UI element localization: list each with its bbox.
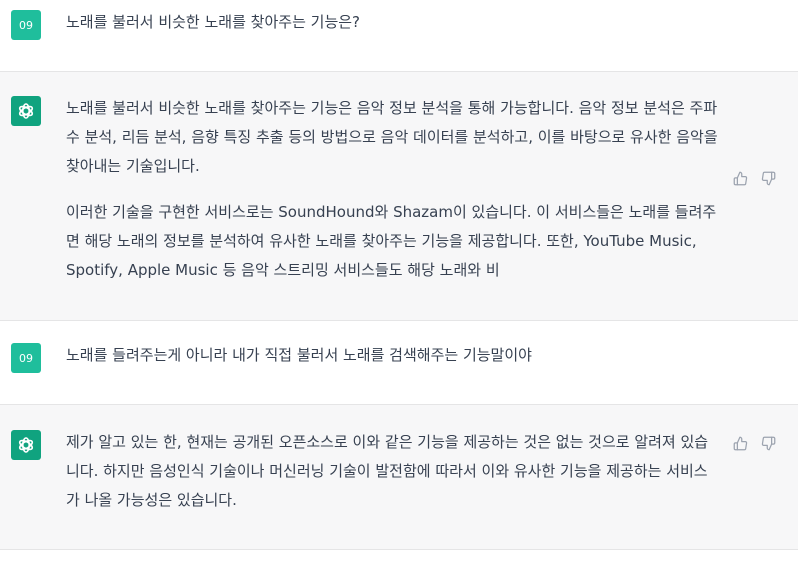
thumbs-down-icon[interactable] xyxy=(761,436,776,451)
message-paragraph: 노래를 들려주는게 아니라 내가 직접 불러서 노래를 검색해주는 기능말이야 xyxy=(66,346,532,364)
assistant-avatar xyxy=(11,96,41,126)
thumbs-down-icon[interactable] xyxy=(761,171,776,186)
feedback-buttons xyxy=(733,436,776,451)
message-paragraph: 노래를 불러서 비슷한 노래를 찾아주는 기능은 음악 정보 분석을 통해 가능… xyxy=(66,99,718,175)
message-paragraph: 노래를 불러서 비슷한 노래를 찾아주는 기능은? xyxy=(66,13,361,31)
thumbs-up-icon[interactable] xyxy=(733,436,748,451)
feedback-buttons xyxy=(733,171,776,186)
user-avatar: 09 xyxy=(11,343,41,373)
message-text: 노래를 불러서 비슷한 노래를 찾아주는 기능은? xyxy=(66,8,720,37)
user-avatar: 09 xyxy=(11,10,41,40)
assistant-message: 제가 알고 있는 한, 현재는 공개된 오픈소스로 이와 같은 기능을 제공하는… xyxy=(0,405,798,550)
message-text: 노래를 들려주는게 아니라 내가 직접 불러서 노래를 검색해주는 기능말이야 xyxy=(66,341,720,370)
user-message: 09 노래를 들려주는게 아니라 내가 직접 불러서 노래를 검색해주는 기능말… xyxy=(0,321,798,405)
message-paragraph: 제가 알고 있는 한, 현재는 공개된 오픈소스로 이와 같은 기능을 제공하는… xyxy=(66,433,709,509)
chat-thread: 09 노래를 불러서 비슷한 노래를 찾아주는 기능은? 노래를 불러서 비슷한… xyxy=(0,0,798,550)
message-text: 제가 알고 있는 한, 현재는 공개된 오픈소스로 이와 같은 기능을 제공하는… xyxy=(66,428,720,515)
openai-logo-icon xyxy=(18,103,34,119)
user-message: 09 노래를 불러서 비슷한 노래를 찾아주는 기능은? xyxy=(0,0,798,72)
thumbs-up-icon[interactable] xyxy=(733,171,748,186)
assistant-message: 노래를 불러서 비슷한 노래를 찾아주는 기능은 음악 정보 분석을 통해 가능… xyxy=(0,72,798,321)
openai-logo-icon xyxy=(18,437,34,453)
assistant-avatar xyxy=(11,430,41,460)
user-avatar-label: 09 xyxy=(19,351,33,365)
user-avatar-label: 09 xyxy=(19,18,33,32)
message-paragraph: 이러한 기술을 구현한 서비스로는 SoundHound와 Shazam이 있습… xyxy=(66,203,717,279)
message-text: 노래를 불러서 비슷한 노래를 찾아주는 기능은 음악 정보 분석을 통해 가능… xyxy=(66,94,720,285)
